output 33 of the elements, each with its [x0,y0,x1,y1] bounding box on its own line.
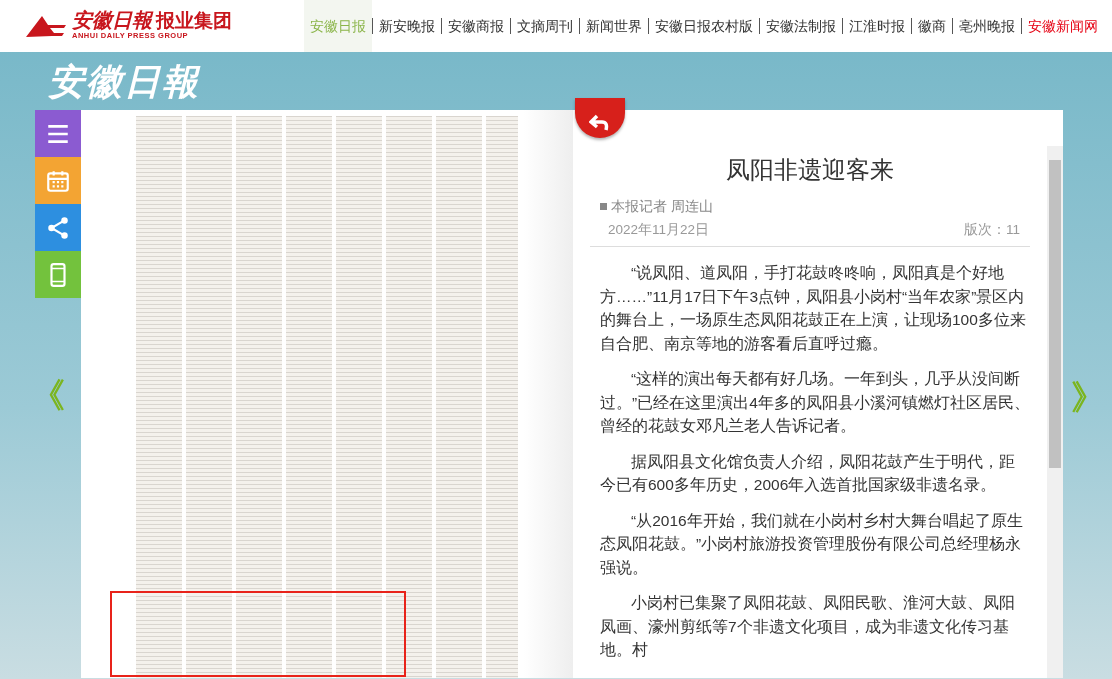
nav-link[interactable]: 江淮时报 [843,0,911,52]
share-button[interactable] [35,204,81,251]
menu-button[interactable] [35,110,81,157]
back-button[interactable] [575,98,625,138]
byline-text: 本报记者 周连山 [611,197,713,216]
article-paragraph: “说凤阳、道凤阳，手打花鼓咚咚响，凤阳真是个好地方……”11月17日下午3点钟，凤阳县小岗村“当年农家”景区内的舞台上，一场原生态凤阳花鼓正在上演，让现场100多位来自合肥、南京等地的游客看后直呼过瘾。 [600,263,1027,354]
calendar-button[interactable] [35,157,81,204]
article-paragraph: 小岗村已集聚了凤阳花鼓、凤阳民歌、淮河大鼓、凤阳凤画、濠州剪纸等7个非遗文化项目，成为非遗文化传习基地。村 [600,593,1016,661]
back-arrow-icon [589,114,611,132]
logo-text: 安徽日報 [72,10,152,31]
nav-link[interactable]: 新闻世界 [580,0,648,52]
article-paragraph: “这样的演出每天都有好几场。一年到头，几乎从没间断过。”已经在这里演出4年多的凤阳县小溪河镇燃灯社区居民、曾经的花鼓女邓凡兰老人告诉记者。 [600,369,1030,437]
nav-link[interactable]: 新安晚报 [373,0,441,52]
scrollbar-thumb[interactable] [1049,160,1061,468]
article-paragraph: “从2016年开始，我们就在小岗村乡村大舞台唱起了原生态凤阳花鼓。”小岗村旅游投资管理股份有限公司总经理杨永强说。 [600,510,1024,578]
nav-link[interactable]: 安徽日报农村版 [649,0,759,52]
article-title: 凤阳非遗迎客来 [725,156,895,185]
publish-date: 2022年11月22日 [608,221,710,240]
masthead-title: 安徽日報 [48,59,200,104]
article-paragraph: 据凤阳县文化馆负责人介绍，凤阳花鼓产生于明代，距今已有600多年历史，2006年入选首批国家级非遗名录。 [600,451,1016,496]
logo-text: 报业集团 [156,11,232,31]
bullet-icon [600,203,607,211]
nav-link[interactable]: 安徽商报 [442,0,510,52]
scrollbar[interactable] [1047,146,1063,678]
nav-link[interactable]: 亳州晚报 [953,0,1021,52]
share-icon [45,214,71,241]
nav-link[interactable]: 安徽新闻网 [1022,0,1104,52]
nav-link[interactable]: 安徽法制报 [760,0,842,52]
nav-link[interactable]: 文摘周刊 [511,0,579,52]
nav-link[interactable]: 徽商 [912,0,952,52]
newspaper-page-image[interactable] [136,116,518,678]
edition-number: 版次：11 [964,221,1020,240]
mobile-button[interactable] [35,251,81,298]
